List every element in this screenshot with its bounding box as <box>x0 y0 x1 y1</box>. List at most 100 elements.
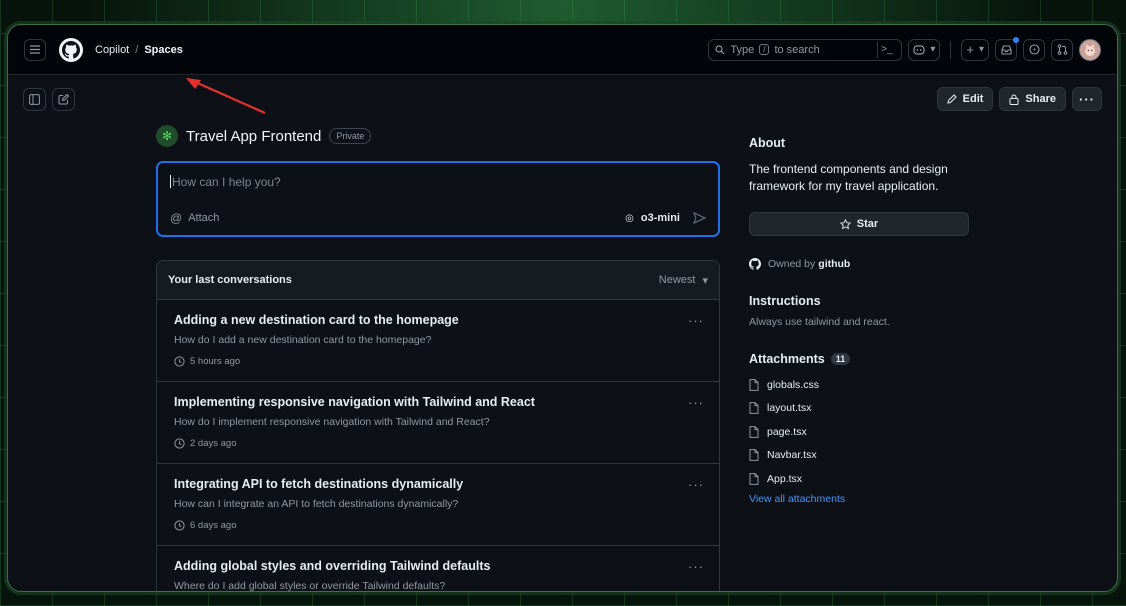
sort-label: Newest <box>658 274 696 286</box>
breadcrumb-spaces[interactable]: Spaces <box>144 44 183 56</box>
space-title-row: ✻ Travel App Frontend Private <box>156 123 720 149</box>
conversation-subtitle: Where do I add global styles or override… <box>174 580 446 592</box>
search-shortcut-key: / <box>759 44 770 55</box>
attachment-item[interactable]: App.tsx <box>749 467 969 491</box>
chat-input[interactable]: How can I help you? <box>170 175 706 189</box>
attachment-item[interactable]: layout.tsx <box>749 397 969 421</box>
app-window: Copilot / Spaces Type / to search >_ ▾ +… <box>7 24 1118 592</box>
file-icon <box>749 449 759 462</box>
kebab-icon[interactable]: ··· <box>688 395 704 410</box>
attachments-list: globals.css layout.tsx page.tsx Navbar.t… <box>749 373 969 491</box>
chevron-down-icon: ▾ <box>930 44 936 55</box>
model-picker[interactable]: ◎ o3-mini <box>625 212 706 224</box>
hamburger-icon <box>30 45 40 54</box>
issues-button[interactable] <box>1023 38 1045 61</box>
chevron-down-icon: ▾ <box>978 44 984 55</box>
instructions-heading: Instructions <box>749 294 821 308</box>
copilot-menu-button[interactable]: ▾ <box>908 38 941 61</box>
chevron-down-icon: ▾ <box>702 274 708 287</box>
attachment-name: globals.css <box>767 378 819 391</box>
copilot-icon <box>913 45 925 55</box>
owned-by: Owned by github <box>749 258 969 270</box>
conversation-item[interactable]: Adding a new destination card to the hom… <box>157 300 719 382</box>
edit-button[interactable]: Edit <box>936 87 994 111</box>
pull-request-icon <box>1057 44 1067 55</box>
space-title: Travel App Frontend <box>186 127 322 145</box>
star-icon <box>839 218 851 229</box>
edit-label: Edit <box>962 93 984 105</box>
about-sidebar: About The frontend components and design… <box>749 136 969 505</box>
attach-button[interactable]: @ Attach <box>170 211 219 225</box>
attachments-count: 11 <box>830 353 851 365</box>
github-logo-icon[interactable] <box>59 37 83 62</box>
toggle-sidebar-button[interactable] <box>23 87 46 111</box>
new-chat-icon <box>58 93 69 104</box>
create-new-button[interactable]: + ▾ <box>961 38 989 61</box>
model-icon: ◎ <box>625 212 634 224</box>
sort-dropdown[interactable]: Newest ▾ <box>659 274 708 287</box>
attachment-name: layout.tsx <box>767 402 812 415</box>
issue-icon <box>1028 44 1040 55</box>
conversation-title: Implementing responsive navigation with … <box>174 395 535 409</box>
attachment-item[interactable]: page.tsx <box>749 420 969 444</box>
plus-icon: + <box>966 42 974 57</box>
attachments-section: Attachments 11 globals.css layout.tsx pa… <box>749 352 969 505</box>
attachments-title: Attachments 11 <box>749 352 969 366</box>
send-icon[interactable] <box>693 212 706 224</box>
chat-input-box[interactable]: How can I help you? @ Attach ◎ o3-mini <box>156 161 720 237</box>
owned-prefix: Owned by <box>768 258 816 270</box>
conversation-title: Adding global styles and overriding Tail… <box>174 559 491 573</box>
lock-icon <box>1009 94 1019 105</box>
toolbar-right: Edit Share ··· <box>936 87 1102 111</box>
attachment-item[interactable]: globals.css <box>749 373 969 397</box>
breadcrumb-separator: / <box>135 43 139 56</box>
conversation-subtitle: How do I implement responsive navigation… <box>174 416 490 428</box>
hamburger-menu-button[interactable] <box>24 38 46 61</box>
conversation-time-label: 6 days ago <box>190 520 237 531</box>
conversation-item[interactable]: Integrating API to fetch destinations dy… <box>157 464 719 546</box>
visibility-badge: Private <box>329 128 372 144</box>
view-all-attachments-link[interactable]: View all attachments <box>749 493 969 505</box>
share-button[interactable]: Share <box>999 87 1066 111</box>
search-prefix: Type <box>730 43 755 56</box>
clock-icon <box>174 356 185 367</box>
top-header: Copilot / Spaces Type / to search >_ ▾ +… <box>8 25 1117 75</box>
avatar-icon <box>1085 43 1095 56</box>
kebab-icon[interactable]: ··· <box>688 559 704 574</box>
pencil-icon <box>947 94 957 104</box>
terminal-icon[interactable]: >_ <box>877 41 895 58</box>
conversation-subtitle: How do I add a new destination card to t… <box>174 334 432 346</box>
search-suffix: to search <box>774 43 820 56</box>
attachment-name: App.tsx <box>767 472 803 485</box>
owner-link[interactable]: github <box>818 258 850 270</box>
model-label: o3-mini <box>640 212 680 224</box>
breadcrumb-copilot[interactable]: Copilot <box>95 44 129 56</box>
attachment-item[interactable]: Navbar.tsx <box>749 444 969 468</box>
about-text: The frontend components and design frame… <box>749 162 948 193</box>
file-icon <box>749 378 759 391</box>
inbox-button[interactable] <box>995 36 1019 61</box>
instructions-text: Always use tailwind and react. <box>749 316 890 328</box>
conversation-title: Adding a new destination card to the hom… <box>174 313 459 327</box>
conversation-time: 2 days ago <box>174 438 702 449</box>
more-options-button[interactable]: ··· <box>1072 87 1102 111</box>
kebab-icon[interactable]: ··· <box>688 313 704 328</box>
attach-label: Attach <box>188 212 220 224</box>
conversations-heading: Your last conversations <box>168 274 292 286</box>
attachment-name: Navbar.tsx <box>767 449 817 462</box>
conversation-item[interactable]: Adding global styles and overriding Tail… <box>157 546 719 592</box>
conversations-panel: Your last conversations Newest ▾ Adding … <box>156 260 720 592</box>
new-chat-button[interactable] <box>52 87 75 111</box>
conversation-item[interactable]: Implementing responsive navigation with … <box>157 382 719 464</box>
conversation-time-label: 2 days ago <box>190 438 237 449</box>
kebab-icon: ··· <box>1079 91 1095 107</box>
search-input[interactable]: Type / to search >_ <box>708 38 903 61</box>
star-button[interactable]: Star <box>749 212 969 236</box>
pull-requests-button[interactable] <box>1051 38 1073 61</box>
header-divider <box>950 40 952 59</box>
at-icon: @ <box>170 211 183 225</box>
about-heading: About <box>749 136 786 150</box>
user-avatar[interactable] <box>1079 38 1101 61</box>
file-icon <box>749 472 759 485</box>
kebab-icon[interactable]: ··· <box>688 477 704 492</box>
